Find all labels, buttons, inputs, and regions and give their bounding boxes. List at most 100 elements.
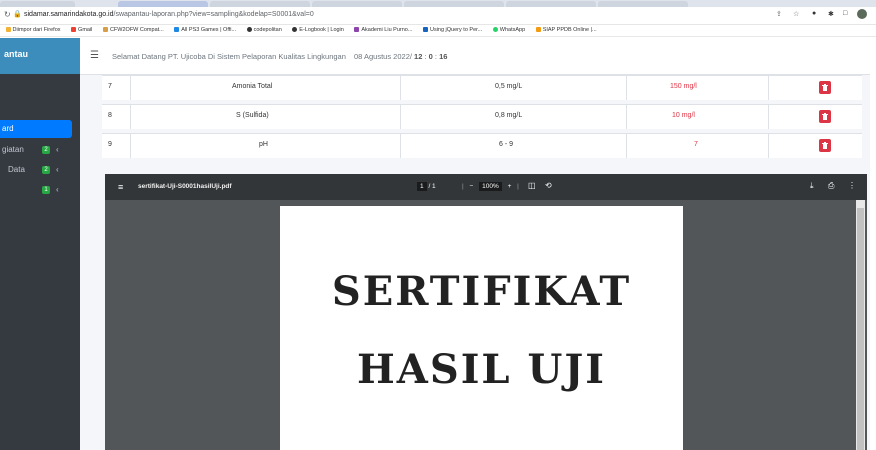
test-result: 6 - 9 [499,141,514,148]
whatsapp-icon [492,27,498,33]
browser-tab-strip [0,0,876,7]
sidebar-item-label: Data [8,165,25,174]
bookmark-item[interactable]: CFW2OFW Compat... [102,25,164,36]
quality-standard: 7 [694,141,698,148]
reload-icon[interactable]: ↻ [4,10,11,19]
url-text[interactable]: sidamar.samarindakota.go.id/swapantau-la… [24,11,314,18]
table-row: 8 S (Sulfida) 0,8 mg/L 10 mg/l [102,104,862,129]
certificate-subtitle: HASIL UJI [357,346,606,393]
pdf-filename: sertifikat-Uji-S0001hasilUji.pdf [138,183,232,190]
trash-icon [822,84,828,91]
profile-avatar[interactable] [857,9,867,19]
bookmark-item[interactable]: Akademi Liu Purno... [354,25,412,36]
bookmark-icon [422,27,428,33]
brand-logo[interactable]: antau [0,38,80,74]
scrollbar-thumb[interactable] [857,208,864,450]
pdf-scrollbar[interactable] [856,200,865,450]
extension-icon[interactable]: ● [812,10,816,17]
parameter-name: pH [259,141,268,148]
count-badge: 2 [42,166,50,174]
rotate-icon[interactable]: ⟲ [545,181,552,190]
page-number-input[interactable]: 1 [417,182,427,191]
folder-icon [5,27,11,33]
bookmark-item[interactable]: Gmail [71,25,92,36]
bookmarks-bar: Diimpor dari Firefox Gmail CFW2OFW Compa… [0,25,876,37]
zoom-controls: | − 100% + | [462,182,519,191]
globe-icon [292,27,298,33]
bookmark-item[interactable]: Diimpor dari Firefox [5,25,61,36]
url-host: sidamar.samarindakota.go.id [24,11,114,18]
chevron-left-icon: ‹ [56,185,59,194]
more-options-icon[interactable]: ⋮ [848,181,856,190]
page-indicator: 1 / 1 [417,182,436,191]
sidebar-item-extra[interactable]: 1 ‹ [0,180,80,200]
bookmark-item[interactable]: Using jQuery to Per... [422,25,482,36]
page-total: / 1 [428,183,436,190]
row-number: 9 [108,141,112,148]
print-icon[interactable]: ⎙ [828,181,834,191]
delete-button[interactable] [819,81,831,94]
sidepanel-icon[interactable]: □ [843,10,847,17]
top-navbar: ☰ Selamat Datang PT. Ujicoba Di Sistem P… [80,38,876,75]
url-path: /swapantau-laporan.php?view=sampling&kod… [113,11,314,18]
table-row: 7 Amonia Total 0,5 mg/L 150 mg/l [102,75,862,100]
star-icon[interactable]: ☆ [793,10,799,18]
zoom-in-icon[interactable]: + [508,183,512,190]
lock-icon[interactable]: 🔒 [13,10,22,18]
puzzle-icon[interactable]: ✱ [828,10,834,18]
bookmark-item[interactable]: codepolitan [246,25,282,36]
welcome-message: Selamat Datang PT. Ujicoba Di Sistem Pel… [112,52,346,61]
test-result: 0,8 mg/L [495,112,523,119]
zoom-level[interactable]: 100% [479,182,502,191]
brand-text: antau [4,49,29,59]
address-bar[interactable]: ↻ 🔒 sidamar.samarindakota.go.id/swapanta… [0,7,876,25]
share-icon[interactable]: ⇪ [776,10,782,18]
delete-button[interactable] [819,110,831,123]
parameter-name: Amonia Total [232,83,273,90]
fit-page-icon[interactable]: ◫ [528,181,536,190]
row-number: 7 [108,83,112,90]
trash-icon [822,142,828,149]
bookmark-item[interactable]: All PS3 Games | Offi... [174,25,236,36]
clock-hours: 12 [414,52,423,61]
bookmark-icon [174,27,180,33]
quality-standard: 150 mg/l [670,83,697,90]
pdf-viewer[interactable]: ≡ sertifikat-Uji-S0001hasilUji.pdf 1 / 1… [105,174,867,450]
zoom-out-icon[interactable]: − [470,183,474,190]
chevron-left-icon: ‹ [56,145,59,154]
bookmark-item[interactable]: SIAP PPDB Online |... [535,25,597,36]
sidebar: antau ard giatan 2 ‹ Data 2 ‹ 1 ‹ [0,38,80,450]
count-badge: 1 [42,186,50,194]
menu-icon[interactable]: ≡ [118,182,123,192]
sidebar-item-data[interactable]: Data 2 ‹ [0,160,80,180]
trash-icon [822,113,828,120]
globe-icon [246,27,252,33]
bookmark-icon [102,27,108,33]
delete-button[interactable] [819,139,831,152]
pdf-toolbar: ≡ sertifikat-Uji-S0001hasilUji.pdf 1 / 1… [105,174,867,200]
clock-minutes: 0 [428,52,433,61]
bookmark-icon [354,27,360,33]
chevron-left-icon: ‹ [56,165,59,174]
bookmark-icon [535,27,541,33]
hamburger-menu-icon[interactable]: ☰ [90,50,99,61]
pdf-page: SERTIFIKAT HASIL UJI [280,206,683,450]
sidebar-item-kegiatan[interactable]: giatan 2 ‹ [0,140,80,160]
parameter-name: S (Sulfida) [236,112,269,119]
quality-standard: 10 mg/l [672,112,695,119]
test-result: 0,5 mg/L [495,83,523,90]
current-date: 08 Agustus 2022/ [353,52,412,61]
certificate-title: SERTIFIKAT [331,268,632,315]
page-edge [870,38,876,450]
bookmark-item[interactable]: WhatsApp [492,25,525,36]
count-badge: 2 [42,146,50,154]
clock-seconds: 16 [439,52,448,61]
download-icon[interactable]: ⤓ [810,181,814,191]
welcome-text: Selamat Datang PT. Ujicoba Di Sistem Pel… [112,52,448,61]
gmail-icon [71,27,77,33]
sidebar-item-dashboard[interactable]: ard [0,120,72,138]
sidebar-item-label: giatan [2,145,24,154]
table-row: 9 pH 6 - 9 7 [102,133,862,158]
row-number: 8 [108,112,112,119]
bookmark-item[interactable]: E-Logbook | Login [292,25,344,36]
